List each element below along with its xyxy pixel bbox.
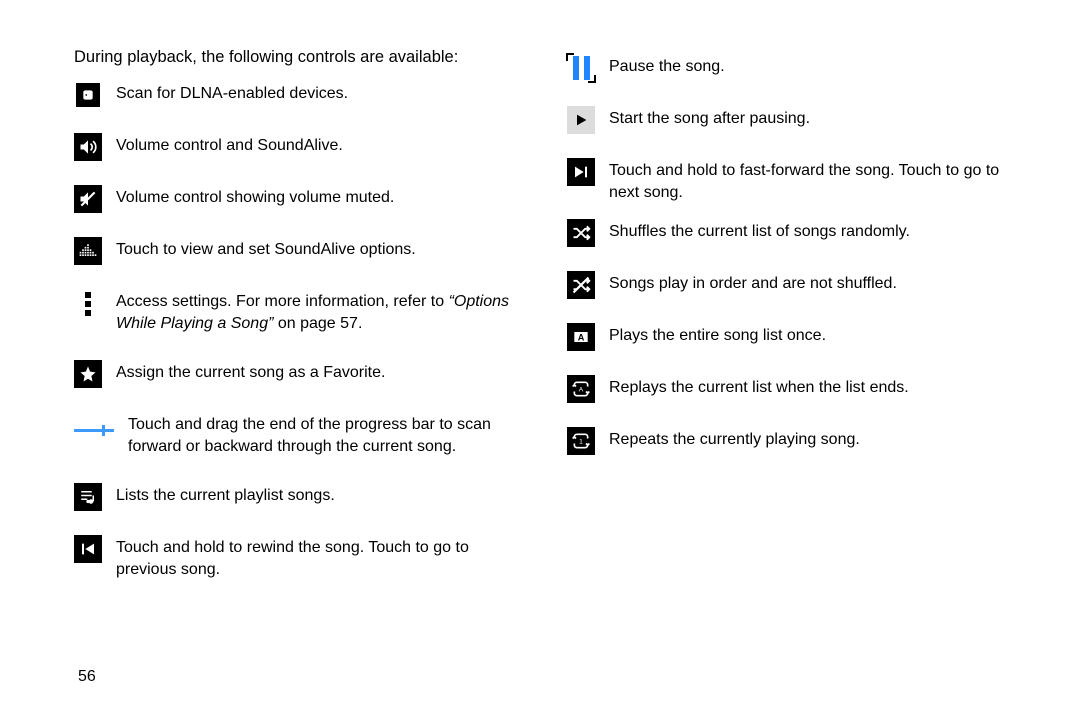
row-repeat1: 1 Repeats the currently playing song.	[567, 427, 1020, 455]
left-column: During playback, the following controls …	[74, 48, 527, 605]
rewind-desc: Touch and hold to rewind the song. Touch…	[116, 535, 527, 582]
row-play: Start the song after pausing.	[567, 106, 1020, 134]
replay-desc: Replays the current list when the list e…	[609, 375, 1020, 399]
dlna-desc: Scan for DLNA-enabled devices.	[116, 81, 527, 105]
row-shuffle: Shuffles the current list of songs rando…	[567, 219, 1020, 247]
settings-text-suffix: on page 57.	[273, 315, 362, 332]
play-list-once-icon: A	[567, 323, 595, 351]
row-noshuffle: Songs play in order and are not shuffled…	[567, 271, 1020, 299]
page-number: 56	[78, 668, 96, 686]
eq-desc: Touch to view and set SoundAlive options…	[116, 237, 527, 261]
repeat-all-icon: A	[567, 375, 595, 403]
shuffle-desc: Shuffles the current list of songs rando…	[609, 219, 1020, 243]
play-desc: Start the song after pausing.	[609, 106, 1020, 130]
svg-text:1: 1	[579, 438, 583, 445]
pause-icon	[567, 54, 595, 82]
intro-text: During playback, the following controls …	[74, 48, 527, 67]
forward-icon	[567, 158, 595, 186]
volume-icon	[74, 133, 102, 161]
row-volume: Volume control and SoundAlive.	[74, 133, 527, 161]
settings-text-prefix: Access settings. For more information, r…	[116, 293, 449, 310]
row-favorite: Assign the current song as a Favorite.	[74, 360, 527, 388]
row-rewind: Touch and hold to rewind the song. Touch…	[74, 535, 527, 582]
row-listonce: A Plays the entire song list once.	[567, 323, 1020, 351]
playlist-desc: Lists the current playlist songs.	[116, 483, 527, 507]
svg-text:A: A	[578, 332, 585, 342]
settings-desc: Access settings. For more information, r…	[116, 289, 527, 336]
listonce-desc: Plays the entire song list once.	[609, 323, 1020, 347]
favorite-desc: Assign the current song as a Favorite.	[116, 360, 527, 384]
right-column: Pause the song. Start the song after pau…	[567, 48, 1020, 605]
play-icon	[567, 106, 595, 134]
muted-desc: Volume control showing volume muted.	[116, 185, 527, 209]
row-eq: Touch to view and set SoundAlive options…	[74, 237, 527, 265]
volume-desc: Volume control and SoundAlive.	[116, 133, 527, 157]
playlist-icon	[74, 483, 102, 511]
row-settings: Access settings. For more information, r…	[74, 289, 527, 336]
volume-muted-icon	[74, 185, 102, 213]
star-icon	[74, 360, 102, 388]
repeat-one-icon: 1	[567, 427, 595, 455]
forward-desc: Touch and hold to fast-forward the song.…	[609, 158, 1020, 205]
row-progress: Touch and drag the end of the progress b…	[74, 412, 527, 459]
progress-desc: Touch and drag the end of the progress b…	[128, 412, 527, 459]
row-muted: Volume control showing volume muted.	[74, 185, 527, 213]
row-pause: Pause the song.	[567, 54, 1020, 82]
dlna-icon	[74, 81, 102, 109]
row-forward: Touch and hold to fast-forward the song.…	[567, 158, 1020, 205]
rewind-icon	[74, 535, 102, 563]
progress-bar-icon	[74, 416, 114, 434]
page-content: During playback, the following controls …	[0, 0, 1080, 615]
row-playlist: Lists the current playlist songs.	[74, 483, 527, 511]
equalizer-icon	[74, 237, 102, 265]
row-replay: A Replays the current list when the list…	[567, 375, 1020, 403]
row-dlna: Scan for DLNA-enabled devices.	[74, 81, 527, 109]
shuffle-icon	[567, 219, 595, 247]
noshuffle-desc: Songs play in order and are not shuffled…	[609, 271, 1020, 295]
svg-text:A: A	[579, 386, 584, 393]
more-icon	[74, 289, 102, 319]
pause-desc: Pause the song.	[609, 54, 1020, 78]
repeat1-desc: Repeats the currently playing song.	[609, 427, 1020, 451]
no-shuffle-icon	[567, 271, 595, 299]
